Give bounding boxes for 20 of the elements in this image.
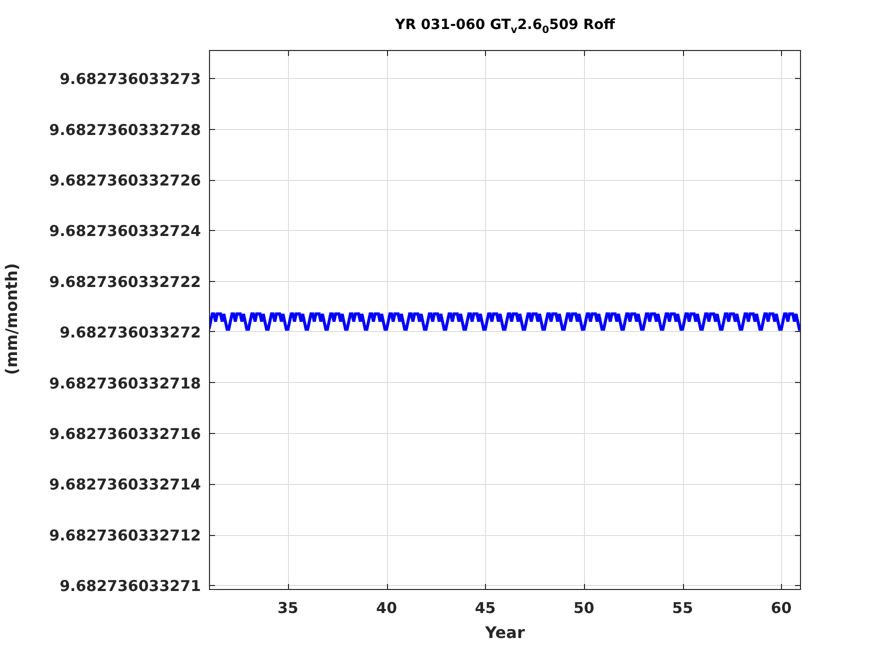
y-tick-label: 9.6827360332714 [49, 476, 201, 494]
x-axis-label: Year [485, 623, 525, 642]
x-tick-label: 35 [278, 599, 298, 617]
x-tick-label: 40 [376, 599, 398, 617]
x-tick-label: 60 [770, 599, 792, 617]
y-tick-label: 9.6827360332726 [49, 172, 201, 190]
x-tick-label: 55 [672, 599, 694, 617]
y-axis-label: (mm/month) [2, 263, 21, 375]
y-tick-label: 9.682736033273 [60, 70, 201, 88]
y-tick-label: 9.6827360332718 [49, 374, 201, 392]
y-tick-label: 9.682736033272 [60, 323, 201, 342]
x-tick-label: 50 [574, 599, 594, 617]
x-tick-label: 45 [474, 599, 496, 617]
y-tick-label: 9.682736033271 [60, 577, 201, 596]
y-tick-label: 9.6827360332728 [49, 120, 201, 139]
y-tick-label: 9.6827360332712 [49, 526, 201, 545]
y-tick-label: 9.6827360332722 [49, 273, 201, 292]
chart-title: YR 031-060 GT$_{v}$2.6$_{0}$509 Roff [395, 18, 615, 34]
y-tick-label: 9.6827360332724 [49, 222, 201, 240]
y-tick-label: 9.6827360332716 [49, 424, 201, 443]
